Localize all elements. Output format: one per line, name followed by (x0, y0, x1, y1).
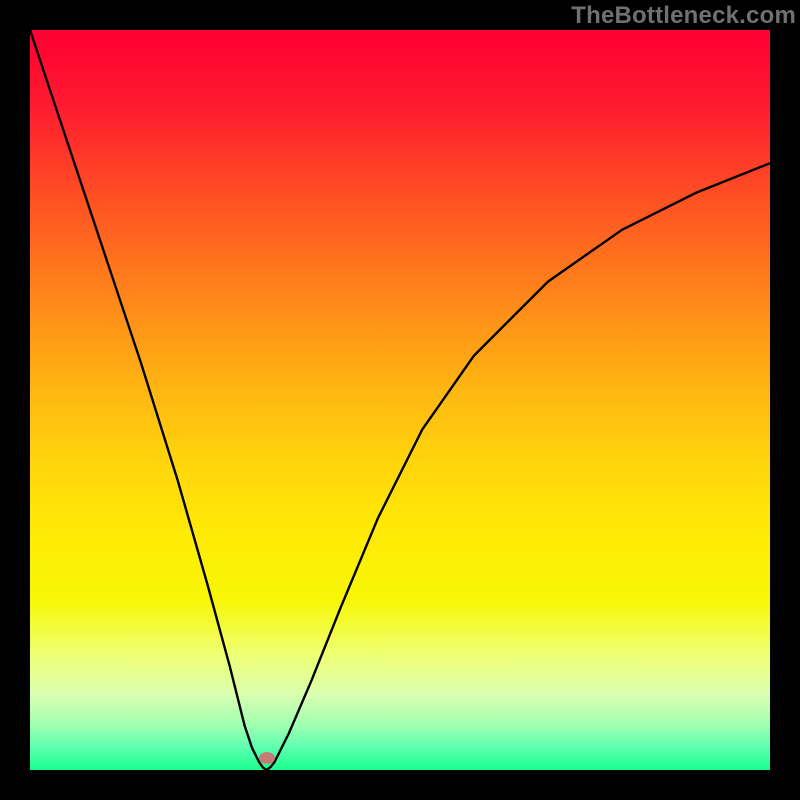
optimal-point-marker (259, 752, 275, 764)
plot-area (30, 30, 770, 770)
curve-svg (30, 30, 770, 770)
watermark-label: TheBottleneck.com (571, 2, 796, 30)
bottleneck-curve (30, 30, 770, 770)
chart-frame: TheBottleneck.com (0, 0, 800, 800)
